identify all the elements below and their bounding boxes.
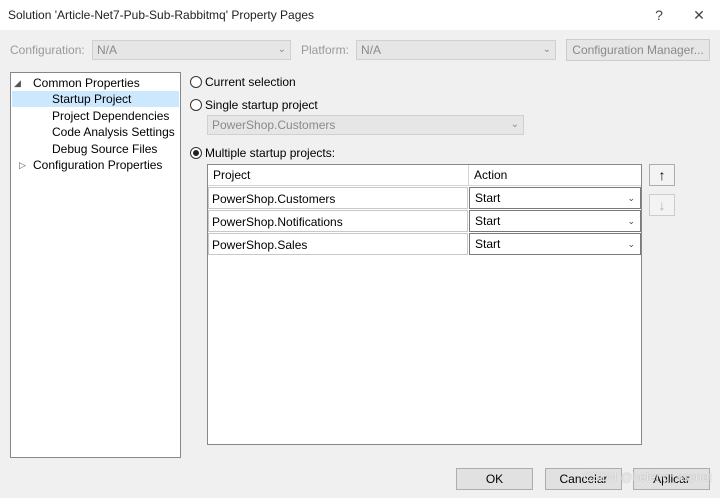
single-startup-value: PowerShop.Customers — [212, 118, 336, 132]
action-value: Start — [475, 214, 501, 228]
table-row-project[interactable]: PowerShop.Sales — [208, 233, 468, 255]
configuration-label: Configuration: — [10, 43, 85, 57]
property-tree: ◢ Common Properties Startup Project Proj… — [10, 72, 181, 458]
startup-projects-grid: Project Action PowerShop.Customers Start… — [207, 164, 642, 445]
tree-item-project-dependencies[interactable]: Project Dependencies — [52, 108, 169, 124]
close-button[interactable]: ✕ — [686, 4, 712, 26]
watermark-text: CSDN @hefeng_aspnet — [583, 470, 712, 484]
arrow-down-icon: ↓ — [658, 197, 666, 213]
platform-label: Platform: — [301, 43, 350, 57]
single-startup-select[interactable]: PowerShop.Customers ⌄ — [207, 115, 524, 135]
single-startup-radio[interactable] — [190, 99, 202, 111]
help-button[interactable]: ? — [646, 4, 672, 26]
multiple-startup-radio[interactable] — [190, 147, 202, 159]
move-down-button[interactable]: ↓ — [649, 194, 675, 216]
chevron-down-icon: ⌄ — [542, 44, 551, 55]
action-value: Start — [475, 191, 501, 205]
platform-value: N/A — [361, 43, 382, 57]
column-header-project[interactable]: Project — [208, 165, 469, 186]
chevron-down-icon: ⌄ — [627, 239, 635, 249]
title-bar: Solution 'Article-Net7-Pub-Sub-Rabbitmq'… — [0, 0, 720, 30]
expand-arrow-icon[interactable]: ▷ — [19, 160, 26, 171]
chevron-down-icon: ⌄ — [627, 216, 635, 226]
tree-item-debug-source-files[interactable]: Debug Source Files — [52, 141, 157, 157]
table-row-project[interactable]: PowerShop.Notifications — [208, 210, 468, 232]
action-value: Start — [475, 237, 501, 251]
tree-item-common-properties[interactable]: Common Properties — [33, 75, 140, 91]
chevron-down-icon: ⌄ — [277, 44, 286, 55]
column-header-action[interactable]: Action — [469, 165, 641, 186]
table-row-project[interactable]: PowerShop.Customers — [208, 187, 468, 209]
tree-item-configuration-properties[interactable]: Configuration Properties — [33, 157, 162, 173]
arrow-up-icon: ↑ — [658, 167, 666, 183]
current-selection-radio[interactable] — [190, 76, 202, 88]
chevron-down-icon: ⌄ — [627, 193, 635, 203]
tree-item-code-analysis-settings[interactable]: Code Analysis Settings — [52, 124, 175, 140]
action-select[interactable]: Start ⌄ — [469, 187, 641, 209]
action-select[interactable]: Start ⌄ — [469, 210, 641, 232]
collapse-arrow-icon[interactable]: ◢ — [14, 78, 21, 89]
platform-select[interactable]: N/A ⌄ — [356, 40, 556, 60]
window-title: Solution 'Article-Net7-Pub-Sub-Rabbitmq'… — [8, 8, 315, 22]
multiple-startup-label: Multiple startup projects: — [205, 146, 336, 160]
action-select[interactable]: Start ⌄ — [469, 233, 641, 255]
configuration-value: N/A — [97, 43, 118, 57]
configuration-manager-button[interactable]: Configuration Manager... — [566, 39, 710, 61]
current-selection-label: Current selection — [205, 75, 296, 89]
tree-item-label: Startup Project — [52, 92, 132, 106]
configuration-select[interactable]: N/A ⌄ — [92, 40, 291, 60]
move-up-button[interactable]: ↑ — [649, 164, 675, 186]
tree-item-startup-project[interactable]: Startup Project — [12, 91, 179, 107]
chevron-down-icon: ⌄ — [510, 119, 519, 130]
single-startup-label: Single startup project — [205, 98, 318, 112]
ok-button[interactable]: OK — [456, 468, 533, 490]
